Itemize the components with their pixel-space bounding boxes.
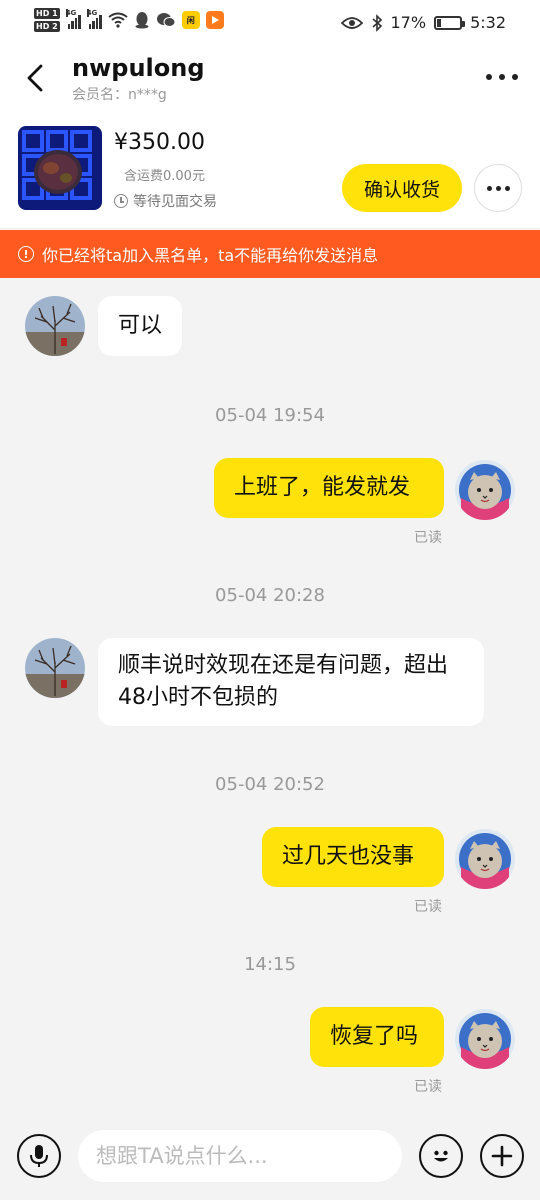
battery-icon: [434, 15, 466, 30]
dot: [499, 74, 505, 80]
signal-icon: 4G: [65, 9, 81, 29]
read-status: 已读: [414, 530, 442, 546]
network-type-1: 4G: [65, 9, 77, 17]
message-timestamp: 05-04 19:54: [215, 405, 325, 426]
chevron-left-icon: [27, 64, 43, 92]
bluetooth-icon: [371, 13, 382, 32]
contact-avatar[interactable]: [25, 638, 85, 698]
hd1-badge: HD 1: [34, 8, 60, 19]
chat-screen: HD 1 HD 2 4G 4G 闲 17% 5:32 nwpulong 会员名：…: [0, 0, 540, 1200]
contact-avatar[interactable]: [25, 296, 85, 356]
trade-status-text: 等待见面交易: [133, 194, 217, 210]
dot: [504, 185, 510, 191]
plus-icon: [491, 1145, 513, 1167]
dot: [495, 185, 501, 191]
chat-title: nwpulong: [72, 54, 205, 82]
message-timestamp: 05-04 20:28: [215, 585, 325, 606]
read-status: 已读: [414, 899, 442, 915]
status-bar-right: 17% 5:32: [340, 13, 506, 32]
message-timestamp: 05-04 20:52: [215, 774, 325, 795]
eye-icon: [340, 16, 363, 29]
confirm-receipt-button[interactable]: 确认收货: [342, 164, 462, 212]
shipping-info: 含运费0.00元: [124, 169, 205, 184]
message-list[interactable]: 可以 05-04 19:54 上班了，能发就发 已读 05-04 20:28 顺…: [0, 278, 540, 1108]
message-timestamp: 14:15: [244, 954, 296, 975]
battery-percent: 17%: [390, 13, 427, 32]
wechat-icon: [156, 13, 176, 27]
product-price: ¥350.00: [114, 130, 205, 155]
add-attachment-button[interactable]: [480, 1134, 524, 1178]
hd2-badge: HD 2: [34, 21, 60, 32]
message-bubble[interactable]: 可以: [98, 296, 182, 356]
emoji-button[interactable]: [419, 1134, 463, 1178]
message-input[interactable]: [78, 1130, 402, 1182]
my-avatar[interactable]: [455, 829, 515, 889]
my-avatar[interactable]: [455, 1009, 515, 1069]
chat-header: nwpulong 会员名：n***g: [0, 48, 540, 110]
status-bar-left: HD 1 HD 2 4G 4G 闲: [34, 8, 224, 32]
message-bubble[interactable]: 上班了，能发就发: [214, 458, 444, 518]
wifi-icon: [108, 12, 128, 28]
smiley-icon: [434, 1150, 448, 1162]
back-button[interactable]: [18, 58, 52, 98]
clock-icon: [114, 194, 128, 208]
app-icon: 闲: [181, 11, 200, 29]
voice-button[interactable]: [17, 1134, 61, 1178]
network-type-2: 4G: [86, 9, 98, 17]
blacklist-text: 你已经将ta加入黑名单，ta不能再给你发送消息: [42, 246, 379, 265]
blacklist-banner: ! 你已经将ta加入黑名单，ta不能再给你发送消息: [0, 230, 540, 278]
product-more-button[interactable]: [474, 164, 522, 212]
read-status: 已读: [414, 1079, 442, 1095]
member-name: 会员名：n***g: [72, 87, 167, 103]
dot: [512, 74, 518, 80]
message-bubble[interactable]: 恢复了吗: [310, 1007, 444, 1067]
dot: [486, 74, 492, 80]
my-avatar[interactable]: [455, 460, 515, 520]
status-bar: HD 1 HD 2 4G 4G 闲 17% 5:32: [0, 0, 540, 48]
warning-icon: !: [18, 246, 34, 262]
input-bar: [0, 1108, 540, 1200]
trade-status: 等待见面交易: [114, 191, 217, 211]
signal-icon: 4G: [86, 9, 102, 29]
more-options-button[interactable]: [482, 62, 522, 92]
message-bubble[interactable]: 过几天也没事: [262, 827, 444, 887]
qq-icon: [135, 12, 149, 29]
clock-time: 5:32: [470, 13, 506, 32]
message-bubble[interactable]: 顺丰说时效现在还是有问题，超出48小时不包损的: [98, 638, 484, 726]
product-card[interactable]: ¥350.00 含运费0.00元 等待见面交易 确认收货: [0, 110, 540, 228]
hd-indicators: HD 1 HD 2: [34, 8, 60, 32]
video-icon: [205, 11, 224, 29]
product-thumbnail[interactable]: [18, 126, 102, 210]
dot: [486, 185, 492, 191]
microphone-icon: [30, 1145, 48, 1167]
